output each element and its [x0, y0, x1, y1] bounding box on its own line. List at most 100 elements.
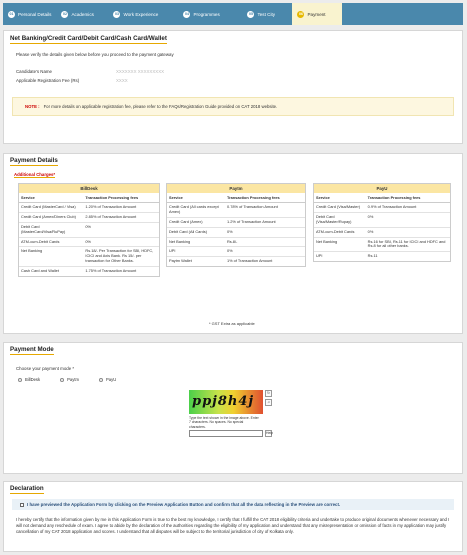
declaration-title: Declaration	[10, 485, 44, 494]
netbanking-title: Net Banking/Credit Card/Debit Card/Cash …	[10, 35, 167, 44]
fee-cell: Rs.18/- Per Transaction for SBI, HDFC, I…	[83, 246, 159, 267]
service-cell: Debit Card (All Cards)	[167, 226, 225, 237]
radio-button[interactable]	[99, 377, 103, 382]
tab-payment[interactable]: 06 Payment	[292, 3, 343, 25]
radio-label: BillDesk	[25, 377, 41, 382]
fee-cell: Rs.11	[365, 251, 450, 262]
table-row: ATM-cum-Debit Cards 0%	[19, 236, 159, 247]
step-number: 01	[8, 10, 15, 18]
preview-confirm-label: I have previewed the Application Form by…	[27, 502, 341, 507]
fee-cell: Rs.16 for SBI, Rs.11 for ICICI and HDFC …	[365, 236, 450, 252]
radio-button[interactable]	[18, 377, 22, 382]
step-number: 02	[61, 10, 69, 18]
captcha-help-button[interactable]: Help	[265, 430, 273, 437]
verify-instructions: Please verify the details given below be…	[16, 52, 174, 57]
table-row: Debit Card (MasterCard/Visa/RuPay) 0%	[19, 221, 159, 237]
fee-note: NOTE : For more details on applicable reg…	[12, 97, 454, 116]
fee-cell: 0%	[365, 226, 450, 237]
radio-billdesk[interactable]: BillDesk	[18, 377, 40, 382]
refresh-captcha-icon[interactable]: ↻	[265, 390, 272, 397]
column-header: Transaction Processing fees	[224, 193, 305, 203]
service-cell: ATM-cum-Debit Cards	[19, 236, 84, 247]
service-cell: Debit Card (Visa/Master/Rupay)	[314, 211, 366, 228]
service-cell: UPI	[167, 246, 225, 257]
service-cell: Debit Card (MasterCard/Visa/RuPay)	[19, 221, 84, 237]
fee-cell: 1.2% of Transaction Amount	[224, 216, 305, 228]
column-header: Service	[167, 193, 225, 203]
fee-cell: 0%	[83, 221, 159, 237]
service-cell: Credit Card (MasterCard / Visa)	[19, 202, 84, 213]
tab-label: Work Experience	[123, 11, 159, 17]
additional-charges-label: Additional Charges*	[14, 172, 56, 178]
radio-label: PayU	[106, 377, 117, 382]
fee-cell: 2.85% of Transaction Amount	[83, 211, 159, 223]
radio-paytm[interactable]: Paytm	[60, 377, 79, 382]
note-text: For more details on applicable registrat…	[43, 104, 278, 109]
payu-header: PayU	[314, 184, 450, 193]
step-number: 05	[247, 10, 255, 18]
service-cell: Credit Card (Amex/Diners Club)	[19, 211, 84, 223]
preview-confirm-checkbox[interactable]	[20, 502, 24, 507]
service-cell: Credit Card (All cards except Amex)	[167, 202, 225, 218]
candidate-name-row: Candidate's Name XXXXXXX XXXXXXXXX	[4, 69, 462, 74]
table-row: Net Banking Rs.18/- Per Transaction for S…	[19, 246, 159, 267]
preview-confirm-row[interactable]: I have previewed the Application Form by…	[12, 499, 454, 510]
fee-cell: 0%	[224, 226, 305, 237]
registration-fee-label: Applicable Registration Fee (Rs)	[16, 78, 80, 83]
tab-academics[interactable]: 02 Academics	[56, 3, 108, 25]
table-row: UPI 0%	[167, 246, 305, 257]
gst-note: * GST Extra as applicable	[209, 321, 255, 326]
captcha-image: ppj8h4j	[189, 390, 263, 414]
table-row: Credit Card (Amex) 1.2% of Transaction Am…	[167, 216, 305, 228]
table-row: Debit Card (All Cards) 0%	[167, 226, 305, 237]
payment-mode-title: Payment Mode	[10, 346, 54, 355]
service-cell: Net Banking	[167, 236, 225, 247]
registration-fee-row: Applicable Registration Fee (Rs) XXXX	[4, 78, 462, 83]
tab-personal-details[interactable]: 01 Personal Details	[3, 3, 56, 25]
table-row: Cash Card and Wallet 1.75% of Transaction…	[19, 265, 159, 276]
candidate-name-value: XXXXXXX XXXXXXXXX	[116, 69, 165, 74]
audio-captcha-icon[interactable]: ♫	[265, 399, 272, 406]
tab-label: Programmes	[193, 11, 220, 17]
fee-cell: 0%	[83, 236, 159, 247]
declaration-text: I hereby certify that the information gi…	[16, 517, 450, 535]
billdesk-header: BillDesk	[19, 184, 159, 193]
captcha-input[interactable]	[189, 430, 263, 437]
fee-cell: 0.9% of Transaction Amount	[365, 202, 450, 213]
tab-label: Academics	[71, 11, 94, 17]
candidate-name-label: Candidate's Name	[16, 69, 52, 74]
radio-payu[interactable]: PayU	[99, 377, 116, 382]
payment-mode-panel: Payment Mode Choose your payment mode * …	[3, 342, 463, 474]
step-number: 06	[297, 10, 305, 18]
payment-details-panel: Payment Details Additional Charges* Bill…	[3, 153, 463, 334]
service-cell: ATM-cum-Debit Cards	[314, 226, 366, 237]
column-header: Service	[19, 193, 84, 203]
tab-label: Test City	[257, 11, 276, 17]
radio-label: Paytm	[67, 377, 79, 382]
fee-cell: 0%	[365, 211, 450, 228]
service-cell: Cash Card and Wallet	[19, 265, 84, 276]
tab-work-experience[interactable]: 03 Work Experience	[108, 3, 178, 25]
column-header: Transaction Processing fees	[83, 193, 159, 203]
column-header: Transaction Processing fees	[365, 193, 450, 203]
fee-cell: Rs.8/-	[224, 236, 305, 247]
tab-programmes[interactable]: 04 Programmes	[178, 3, 242, 25]
service-cell: Net Banking	[19, 246, 84, 267]
service-cell: Credit Card (Amex)	[167, 216, 225, 228]
table-row: Net Banking Rs.8/-	[167, 236, 305, 247]
fee-cell: 1.20% of Transaction Amount	[83, 202, 159, 213]
table-row: Credit Card (MasterCard / Visa) 1.20% of …	[19, 202, 159, 213]
fee-cell: 1.75% of Transaction Amount	[83, 265, 159, 276]
table-row: Credit Card (Amex/Diners Club) 2.85% of T…	[19, 211, 159, 223]
radio-button[interactable]	[60, 377, 65, 382]
captcha-instructions: Type the text shown in the image above. …	[189, 416, 259, 429]
service-cell: Credit Card (Visa/Master)	[314, 202, 366, 213]
table-row: Net Banking Rs.16 for SBI, Rs.11 for ICIC…	[314, 236, 450, 252]
progress-tabs: 01 Personal Details 02 Academics 03 Work Ex…	[3, 3, 463, 25]
payment-mode-options: BillDesk Paytm PayU	[4, 375, 462, 384]
table-row: ATM-cum-Debit Cards 0%	[314, 226, 450, 237]
table-row: UPI Rs.11	[314, 251, 450, 262]
fee-cell: 0%	[224, 246, 305, 257]
tab-test-city[interactable]: 05 Test City	[242, 3, 292, 25]
service-cell: UPI	[314, 251, 366, 262]
